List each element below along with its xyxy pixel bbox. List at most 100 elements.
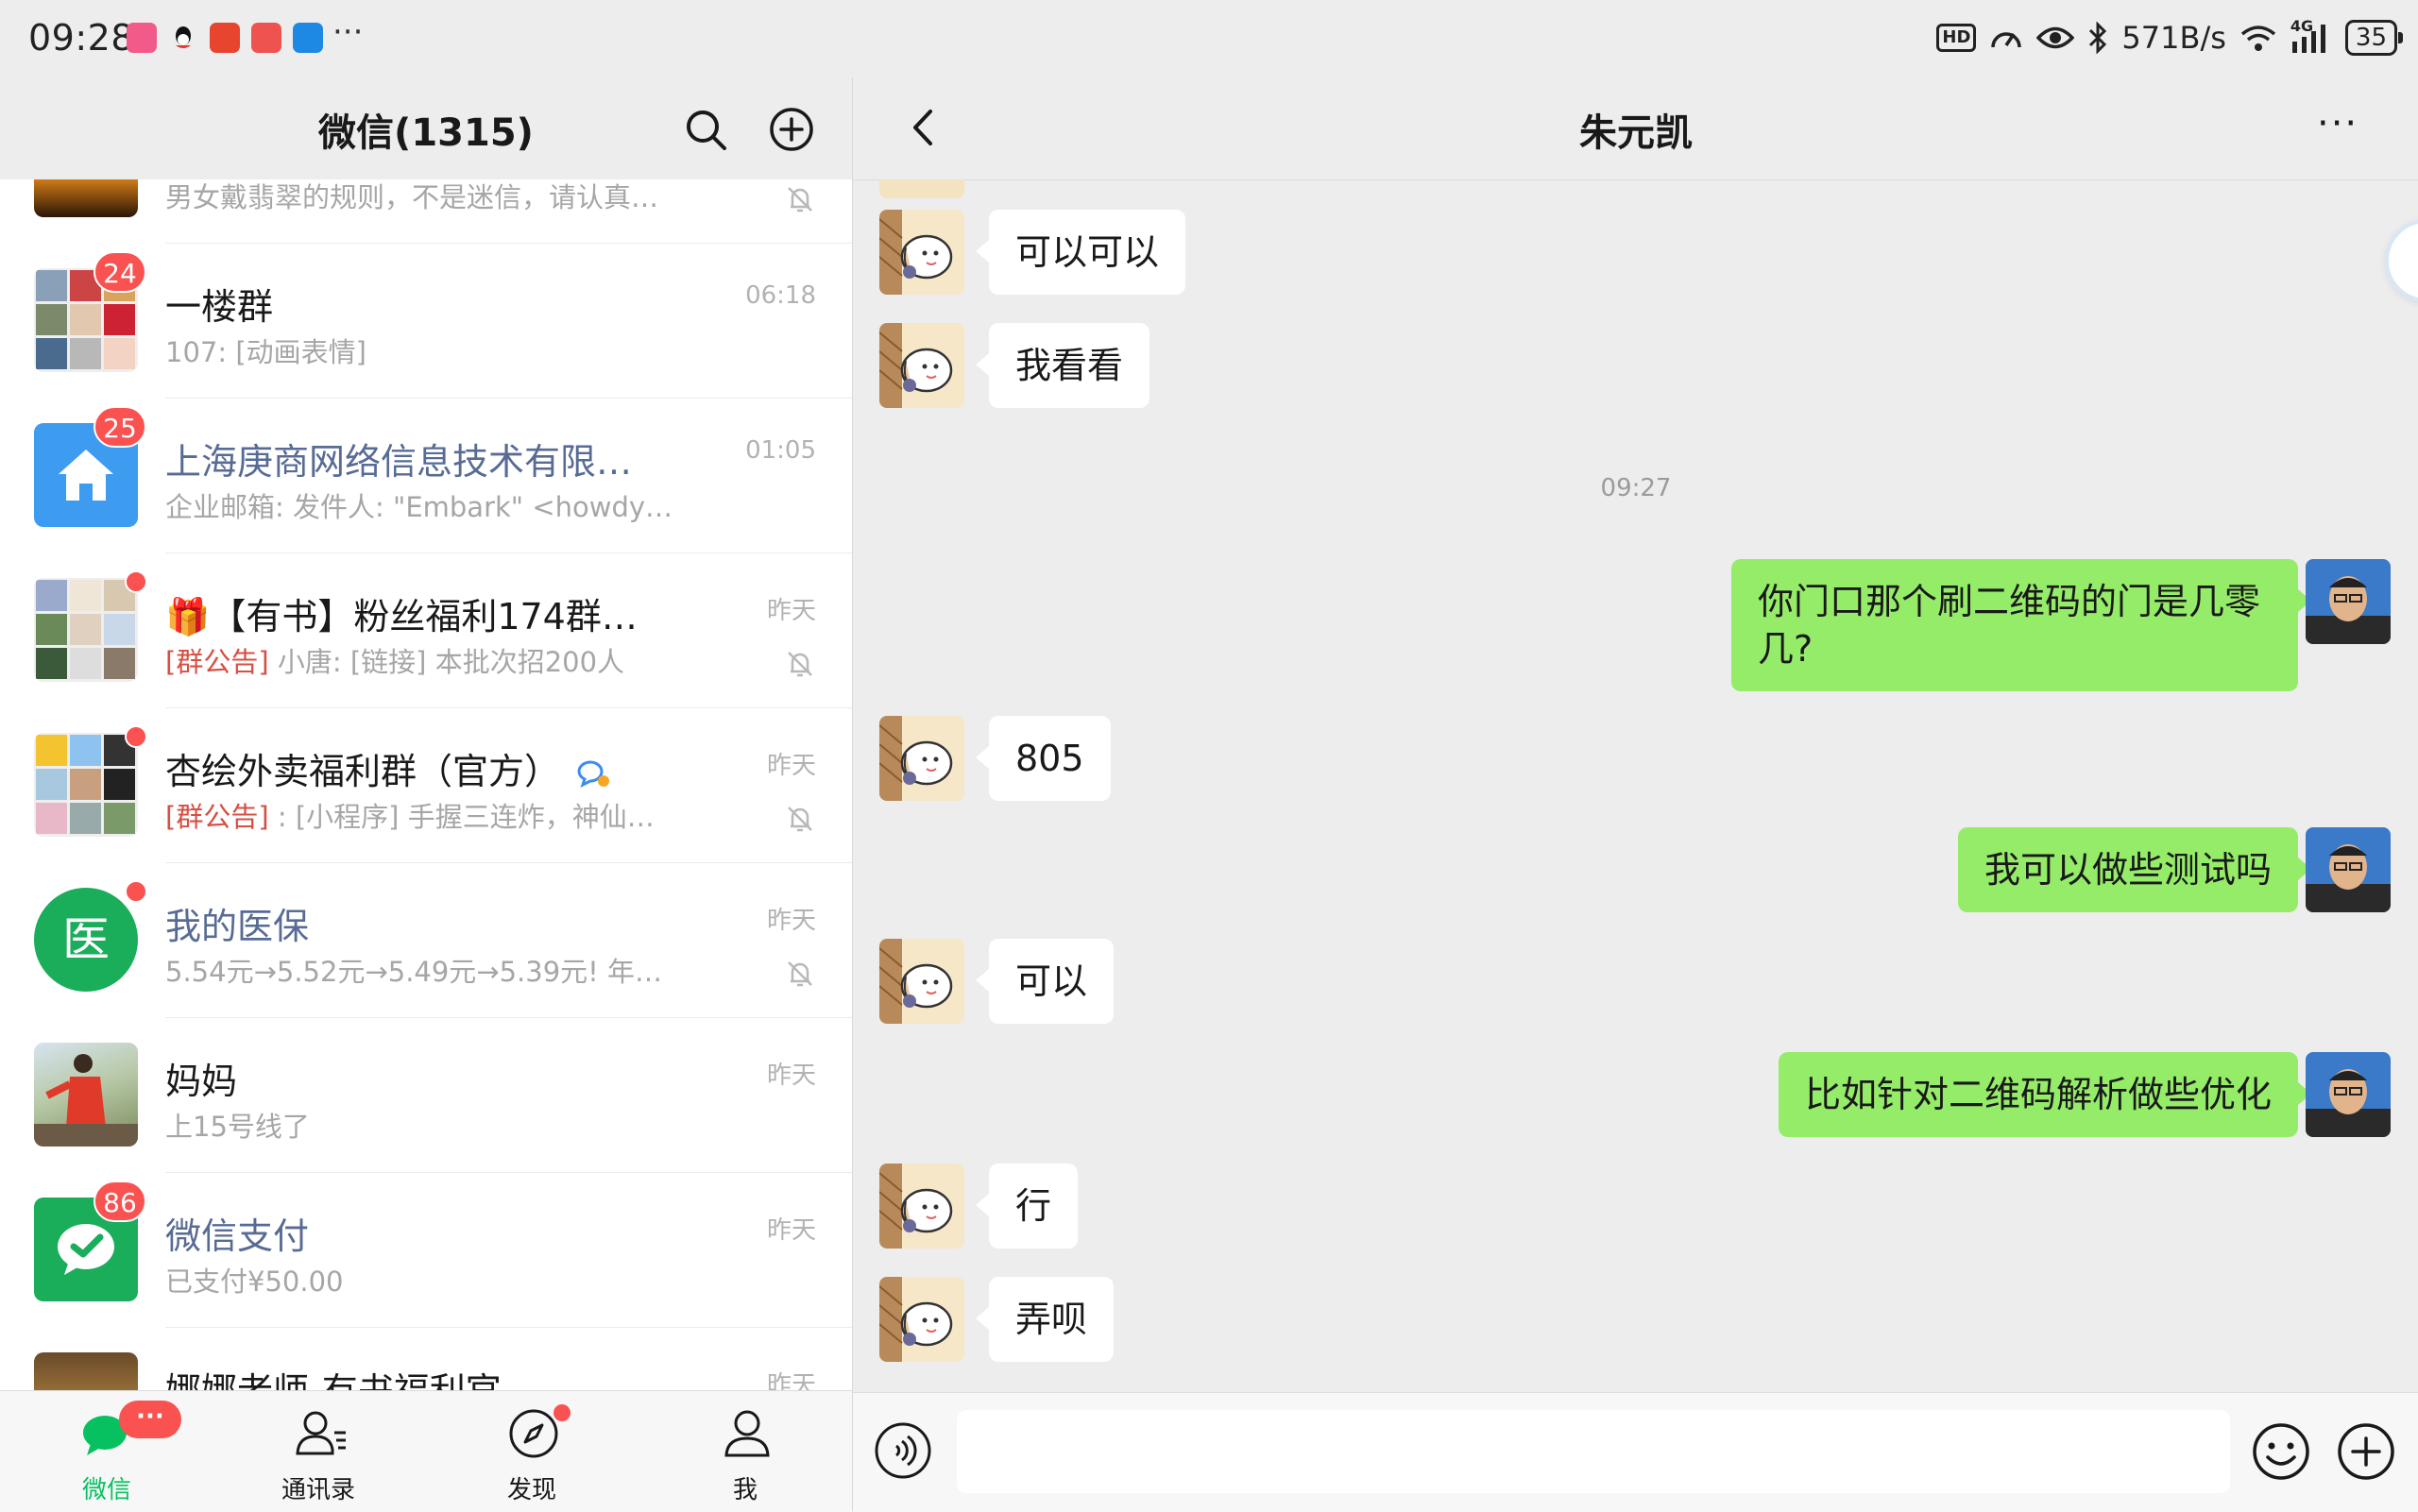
- chat-list-pane: 微信(1315) 男女戴翡翠的规则，不是迷信，请认真… 24 一楼群 107: …: [0, 77, 852, 1512]
- hd-icon: HD: [1936, 24, 1977, 52]
- chat-row-enterprise-mail[interactable]: 25 上海庚商网络信息技术有限… 企业邮箱: 发件人: "Embark" <ho…: [0, 399, 852, 553]
- chat-row-medical-insurance[interactable]: 医 我的医保 5.54元→5.52元→5.49元→5.39元! 年… 昨天: [0, 863, 852, 1018]
- contact-avatar[interactable]: [879, 1277, 964, 1362]
- more-options-icon[interactable]: ···: [2317, 102, 2358, 145]
- group-notice-tag: [群公告]: [165, 646, 269, 678]
- chat-time: 昨天: [766, 1216, 816, 1245]
- chat-preview: 107: [动画表情]: [165, 336, 366, 368]
- my-avatar[interactable]: [2306, 827, 2391, 912]
- message-bubble-incoming[interactable]: 可以: [975, 939, 1115, 1024]
- chat-time: 01:05: [745, 436, 816, 465]
- wifi-icon: [2240, 25, 2276, 51]
- tab-label: 微信: [81, 1476, 131, 1504]
- conversation-pane: 朱元凯 ··· 可以可以 我看看 09:27 你门口那个刷二维码的门是几零几? …: [852, 77, 2418, 1512]
- add-circle-icon[interactable]: [768, 106, 815, 153]
- network-speed: 571B/s: [2121, 20, 2226, 56]
- bottom-tab-bar: ··· 微信 通讯录 发现 我: [0, 1390, 852, 1512]
- tab-chats[interactable]: ··· 微信: [0, 1391, 213, 1512]
- group-avatar: [34, 733, 138, 837]
- contact-avatar: [34, 1352, 138, 1390]
- chat-row-yilouqun[interactable]: 24 一楼群 107: [动画表情] 06:18: [0, 244, 852, 399]
- tab-badge: ···: [119, 1401, 181, 1438]
- chat-row-youshu[interactable]: 🎁【有书】粉丝福利174群 [群公告] 小唐: [链接] 本批次招200人 昨天: [0, 553, 852, 708]
- chat-time: 06:18: [745, 281, 816, 310]
- tab-label: 通讯录: [281, 1476, 355, 1504]
- message-bubble-outgoing[interactable]: 你门口那个刷二维码的门是几零几?: [1731, 559, 2311, 691]
- mute-bell-icon: [788, 652, 812, 677]
- tab-contacts[interactable]: 通讯录: [212, 1391, 425, 1512]
- tab-discover[interactable]: 发现: [425, 1391, 639, 1512]
- contacts-icon: [296, 1411, 346, 1455]
- tab-label: 发现: [506, 1476, 556, 1504]
- group-notice-tag: [群公告]: [165, 801, 269, 833]
- chat-row-wechat-pay[interactable]: 86 微信支付 已支付¥50.00 昨天: [0, 1173, 852, 1328]
- chat-preview: 企业邮箱: 发件人: "Embark" <howdy…: [165, 491, 673, 523]
- medical-avatar: 医: [34, 888, 138, 992]
- chat-name: 🎁【有书】粉丝福利174群: [165, 587, 638, 639]
- app-notification-icon: [127, 23, 157, 53]
- emoji-icon[interactable]: [2251, 1421, 2311, 1482]
- chat-list: 男女戴翡翠的规则，不是迷信，请认真… 24 一楼群 107: [动画表情] 06…: [0, 179, 852, 1390]
- contact-avatar[interactable]: [879, 210, 964, 295]
- enterprise-group-icon: [577, 760, 610, 788]
- message-text-input[interactable]: [957, 1410, 2230, 1493]
- message-timestamp: 09:27: [1600, 474, 1672, 502]
- voice-input-icon[interactable]: [874, 1421, 932, 1480]
- contact-avatar[interactable]: [879, 939, 964, 1024]
- search-icon[interactable]: [682, 106, 729, 153]
- unread-dot: [125, 725, 147, 748]
- unread-badge: 86: [94, 1181, 146, 1222]
- chat-time: 昨天: [766, 1062, 816, 1090]
- chat-preview: [群公告] 小唐: [链接] 本批次招200人: [165, 646, 625, 678]
- mute-bell-icon: [788, 961, 812, 987]
- tab-label: 我: [732, 1476, 758, 1504]
- chat-name: 微信支付: [165, 1215, 310, 1257]
- clock: 09:28: [28, 17, 135, 59]
- my-avatar[interactable]: [2306, 1052, 2391, 1137]
- eye-icon: [2036, 26, 2075, 49]
- contact-avatar: [34, 1043, 138, 1147]
- chat-preview: 5.54元→5.52元→5.49元→5.39元! 年…: [165, 956, 663, 988]
- chat-preview: [群公告] : [小程序] 手握三连炸，神仙…: [165, 801, 655, 833]
- mute-bell-icon: [788, 187, 812, 212]
- message-bubble-outgoing[interactable]: 比如针对二维码解析做些优化: [1778, 1052, 2312, 1137]
- chat-row-scrolled[interactable]: 男女戴翡翠的规则，不是迷信，请认真…: [0, 179, 852, 244]
- contact-avatar[interactable]: [879, 323, 964, 408]
- listen-app-notification-icon: [210, 23, 240, 53]
- contact-avatar[interactable]: [879, 1164, 964, 1249]
- chat-name: 我的医保: [165, 906, 310, 947]
- unread-badge: 25: [94, 406, 146, 448]
- chat-row-xinghui[interactable]: 杏绘外卖福利群（官方） [群公告] : [小程序] 手握三连炸，神仙… 昨天: [0, 708, 852, 863]
- chat-time: 昨天: [766, 597, 816, 625]
- chat-preview: 已支付¥50.00: [165, 1266, 344, 1298]
- chat-list-header: 微信(1315): [0, 77, 852, 179]
- contact-avatar[interactable]: [879, 716, 964, 801]
- message-bubble-incoming[interactable]: 行: [975, 1164, 1079, 1249]
- speedometer-icon: [1991, 32, 2022, 48]
- chat-name: 一楼群: [165, 286, 274, 328]
- message-bubble-incoming[interactable]: 我看看: [975, 323, 1150, 408]
- chat-row-nana[interactable]: 娜娜老师-有书福利官 昨天: [0, 1328, 852, 1390]
- mail-notification-icon: [251, 23, 281, 53]
- chat-time: 昨天: [766, 907, 816, 935]
- person-icon: [724, 1410, 770, 1457]
- chat-name: 妈妈: [165, 1061, 238, 1102]
- message-list: 可以可以 我看看 09:27 你门口那个刷二维码的门是几零几? 805 我可以做…: [853, 179, 2418, 1392]
- message-input-bar: [853, 1392, 2418, 1512]
- qq-notification-icon: [168, 23, 198, 53]
- group-avatar: [34, 578, 138, 682]
- more-notifications-icon: ···: [332, 13, 364, 51]
- message-bubble-incoming[interactable]: 弄呗: [975, 1277, 1115, 1362]
- message-bubble-incoming[interactable]: 805: [976, 716, 1111, 801]
- message-bubble-incoming[interactable]: 可以可以: [975, 210, 1186, 295]
- tab-me[interactable]: 我: [639, 1391, 852, 1512]
- unread-dot: [125, 880, 147, 903]
- chat-name: 杏绘外卖福利群（官方）: [165, 742, 613, 794]
- unread-dot: [125, 570, 147, 593]
- message-bubble-outgoing[interactable]: 我可以做些测试吗: [1957, 827, 2312, 912]
- cellular-signal-icon: 4G: [2290, 17, 2332, 55]
- more-functions-plus-icon[interactable]: [2336, 1421, 2396, 1482]
- my-avatar[interactable]: [2306, 559, 2391, 644]
- chat-row-mom[interactable]: 妈妈 上15号线了 昨天: [0, 1018, 852, 1173]
- status-bar: 09:28 ··· HD 571B/s 4G 35: [0, 0, 2418, 77]
